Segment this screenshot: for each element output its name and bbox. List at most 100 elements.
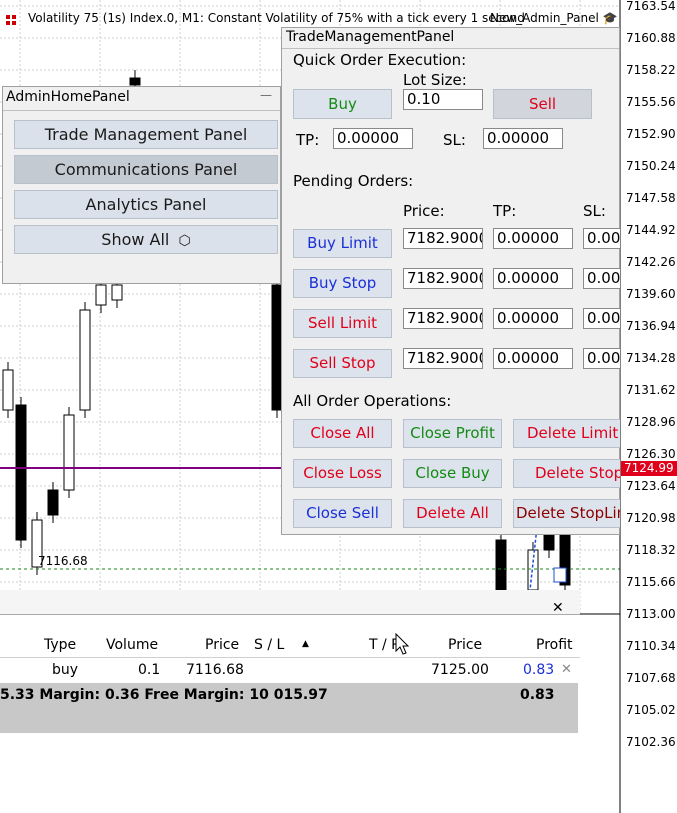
analytics-panel-button[interactable]: Analytics Panel — [14, 190, 278, 219]
price-tick-label: 7113.00 — [626, 607, 676, 621]
price-tick-label: 7136.94 — [626, 319, 676, 333]
sl-label: SL: — [443, 131, 466, 149]
buy-arrow-marker — [553, 567, 567, 583]
admin-home-panel — [2, 86, 281, 284]
delete-stoplimit-button[interactable]: Delete StopLim — [513, 499, 620, 528]
delete-limit-button[interactable]: Delete Limit — [513, 419, 620, 448]
close-sell-button[interactable]: Close Sell — [293, 499, 392, 528]
candle-body — [111, 284, 123, 301]
delete-all-button[interactable]: Delete All — [403, 499, 502, 528]
close-buy-button[interactable]: Close Buy — [403, 459, 502, 488]
col-current-price[interactable]: Price — [448, 637, 482, 653]
sell-stop-price-field[interactable]: 7182.9000 — [403, 348, 483, 369]
account-summary-left: 5.33 Margin: 0.36 Free Margin: 10 015.97 — [0, 687, 328, 703]
sl-field[interactable]: 0.00000 — [483, 128, 563, 149]
price-tick-label: 7160.88 — [626, 31, 676, 45]
sl-column-label: SL: — [583, 202, 606, 220]
close-loss-button[interactable]: Close Loss — [293, 459, 392, 488]
close-all-button[interactable]: Close All — [293, 419, 392, 448]
candle-body — [95, 284, 107, 306]
expert-name: New_Admin_Panel — [490, 11, 599, 25]
price-tick-label: 7139.60 — [626, 287, 676, 301]
lot-size-field[interactable]: 0.10 — [403, 89, 483, 110]
price-tick-label: 7110.34 — [626, 639, 676, 653]
buy-stop-sl-field[interactable]: 0.00 — [583, 268, 620, 289]
minimize-button[interactable]: — — [260, 88, 272, 102]
price-tick-label: 7123.64 — [626, 479, 676, 493]
price-tick-label: 7102.36 — [626, 735, 676, 749]
toolbox-close-button[interactable]: ✕ — [552, 600, 564, 616]
buy-button[interactable]: Buy — [293, 89, 392, 119]
toolbox-header-bg — [0, 590, 580, 615]
price-tick-label: 7107.68 — [626, 671, 676, 685]
buy-limit-button[interactable]: Buy Limit — [293, 229, 392, 258]
sell-stop-sl-field[interactable]: 0.00 — [583, 348, 620, 369]
trade-panel-separator — [282, 48, 619, 49]
entry-price-label: 7116.68 — [38, 554, 88, 568]
candle-body — [129, 77, 141, 86]
price-tick-label: 7105.02 — [626, 703, 676, 717]
price-tick-label: 7142.26 — [626, 255, 676, 269]
price-tick-label: 7144.92 — [626, 223, 676, 237]
chart-menu-icon[interactable] — [5, 11, 17, 25]
price-tick-label: 7147.58 — [626, 191, 676, 205]
sell-limit-sl-field[interactable]: 0.00 — [583, 308, 620, 329]
row-volume: 0.1 — [138, 662, 161, 678]
tp-field[interactable]: 0.00000 — [333, 128, 413, 149]
col-type[interactable]: Type — [44, 637, 76, 653]
col-volume[interactable]: Volume — [106, 637, 158, 653]
sell-limit-price-field[interactable]: 7182.9000 — [403, 308, 483, 329]
close-position-icon[interactable]: ✕ — [561, 662, 572, 677]
candle-body — [2, 369, 14, 411]
buy-limit-tp-field[interactable]: 0.00000 — [493, 228, 573, 249]
admin-panel-separator — [3, 110, 280, 111]
sort-arrow-icon: ▲ — [302, 639, 309, 649]
hexagon-icon: ⬡ — [178, 233, 191, 249]
sell-stop-tp-field[interactable]: 0.00000 — [493, 348, 573, 369]
row-profit: 0.83 — [523, 662, 555, 678]
trade-management-panel-button[interactable]: Trade Management Panel — [14, 120, 278, 149]
pending-orders-header: Pending Orders: — [293, 172, 414, 190]
close-profit-button[interactable]: Close Profit — [403, 419, 502, 448]
candle-body — [15, 404, 27, 541]
col-price[interactable]: Price — [205, 637, 239, 653]
trade-panel-title: TradeManagementPanel — [286, 29, 455, 45]
buy-limit-price-field[interactable]: 7182.9000 — [403, 228, 483, 249]
row-type: buy — [52, 662, 79, 678]
lot-size-label: Lot Size: — [403, 71, 467, 89]
candle-body — [47, 489, 59, 516]
expert-badge[interactable]: New_Admin_Panel 🎓 — [490, 11, 618, 25]
candle-body — [63, 414, 75, 491]
quick-order-header: Quick Order Execution: — [293, 51, 467, 69]
buy-stop-button[interactable]: Buy Stop — [293, 269, 392, 298]
candle-body — [527, 549, 539, 591]
price-tick-label: 7118.32 — [626, 543, 676, 557]
col-profit[interactable]: Profit — [536, 637, 573, 653]
price-tick-label: 7126.30 — [626, 447, 676, 461]
price-tick-label: 7163.54 — [626, 0, 676, 13]
sell-limit-button[interactable]: Sell Limit — [293, 309, 392, 338]
header-bottom-border — [0, 657, 580, 658]
sell-stop-button[interactable]: Sell Stop — [293, 349, 392, 378]
delete-stop-button[interactable]: Delete Stop — [513, 459, 620, 488]
row-current-price: 7125.00 — [431, 662, 489, 678]
price-tick-label: 7152.90 — [626, 127, 676, 141]
price-tick-label: 7120.98 — [626, 511, 676, 525]
sell-button[interactable]: Sell — [493, 89, 592, 119]
show-all-button[interactable]: Show All ⬡ — [14, 225, 278, 254]
mouse-cursor-icon — [395, 632, 410, 659]
price-column-label: Price: — [403, 202, 445, 220]
price-tick-label: 7158.22 — [626, 63, 676, 77]
communications-panel-button[interactable]: Communications Panel — [14, 155, 278, 184]
price-tick-label: 7134.28 — [626, 351, 676, 365]
col-sl[interactable]: S / L — [254, 637, 284, 653]
buy-limit-sl-field[interactable]: 0.00 — [583, 228, 620, 249]
graduation-cap-icon: 🎓 — [602, 11, 618, 25]
sell-limit-tp-field[interactable]: 0.00000 — [493, 308, 573, 329]
buy-stop-tp-field[interactable]: 0.00000 — [493, 268, 573, 289]
all-operations-header: All Order Operations: — [293, 392, 452, 410]
price-tick-label: 7128.96 — [626, 415, 676, 429]
price-tick-label: 7131.62 — [626, 383, 676, 397]
buy-stop-price-field[interactable]: 7182.9000 — [403, 268, 483, 289]
chart-title: Volatility 75 (1s) Index.0, M1: Constant… — [28, 11, 525, 25]
